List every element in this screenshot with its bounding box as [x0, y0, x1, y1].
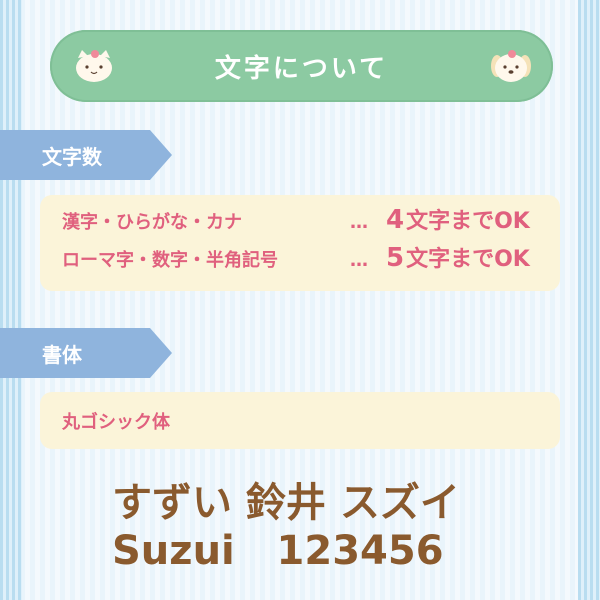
- char-type-label: ローマ字・数字・半角記号: [62, 250, 278, 271]
- header-banner: 文字について: [50, 30, 553, 102]
- page-title: 文字について: [214, 53, 389, 84]
- left-stripe-border: [0, 0, 22, 600]
- section-tag-typeface: 書体: [0, 328, 172, 378]
- char-count-row: 漢字・ひらがな・カナ … 4 文字までOK: [62, 203, 542, 235]
- ellipsis: …: [350, 212, 368, 233]
- right-stripe-border: [578, 0, 600, 600]
- section-tag-label: 文字数: [42, 144, 102, 169]
- char-limit-number: 5: [386, 243, 405, 273]
- section-tag-char-count: 文字数: [0, 130, 172, 180]
- typeface-panel: 丸ゴシック体: [40, 392, 560, 449]
- char-count-row: ローマ字・数字・半角記号 … 5 文字までOK: [62, 241, 542, 273]
- sample-text-latin-digits: Suzui 123456: [112, 528, 444, 574]
- sample-text-kana-kanji: すずい 鈴井 スズイ: [112, 480, 460, 526]
- char-type-label: 漢字・ひらがな・カナ: [62, 212, 242, 233]
- cat-mascot-icon: [76, 50, 112, 82]
- char-count-panel: 漢字・ひらがな・カナ … 4 文字までOK ローマ字・数字・半角記号 … 5 文…: [40, 195, 560, 291]
- typeface-name: 丸ゴシック体: [62, 412, 170, 433]
- dog-mascot-icon: [491, 50, 531, 82]
- char-limit-suffix: 文字までOK: [406, 247, 530, 272]
- section-tag-label: 書体: [42, 342, 82, 367]
- ellipsis: …: [350, 250, 368, 271]
- char-limit-number: 4: [386, 205, 405, 235]
- char-limit-suffix: 文字までOK: [406, 209, 530, 234]
